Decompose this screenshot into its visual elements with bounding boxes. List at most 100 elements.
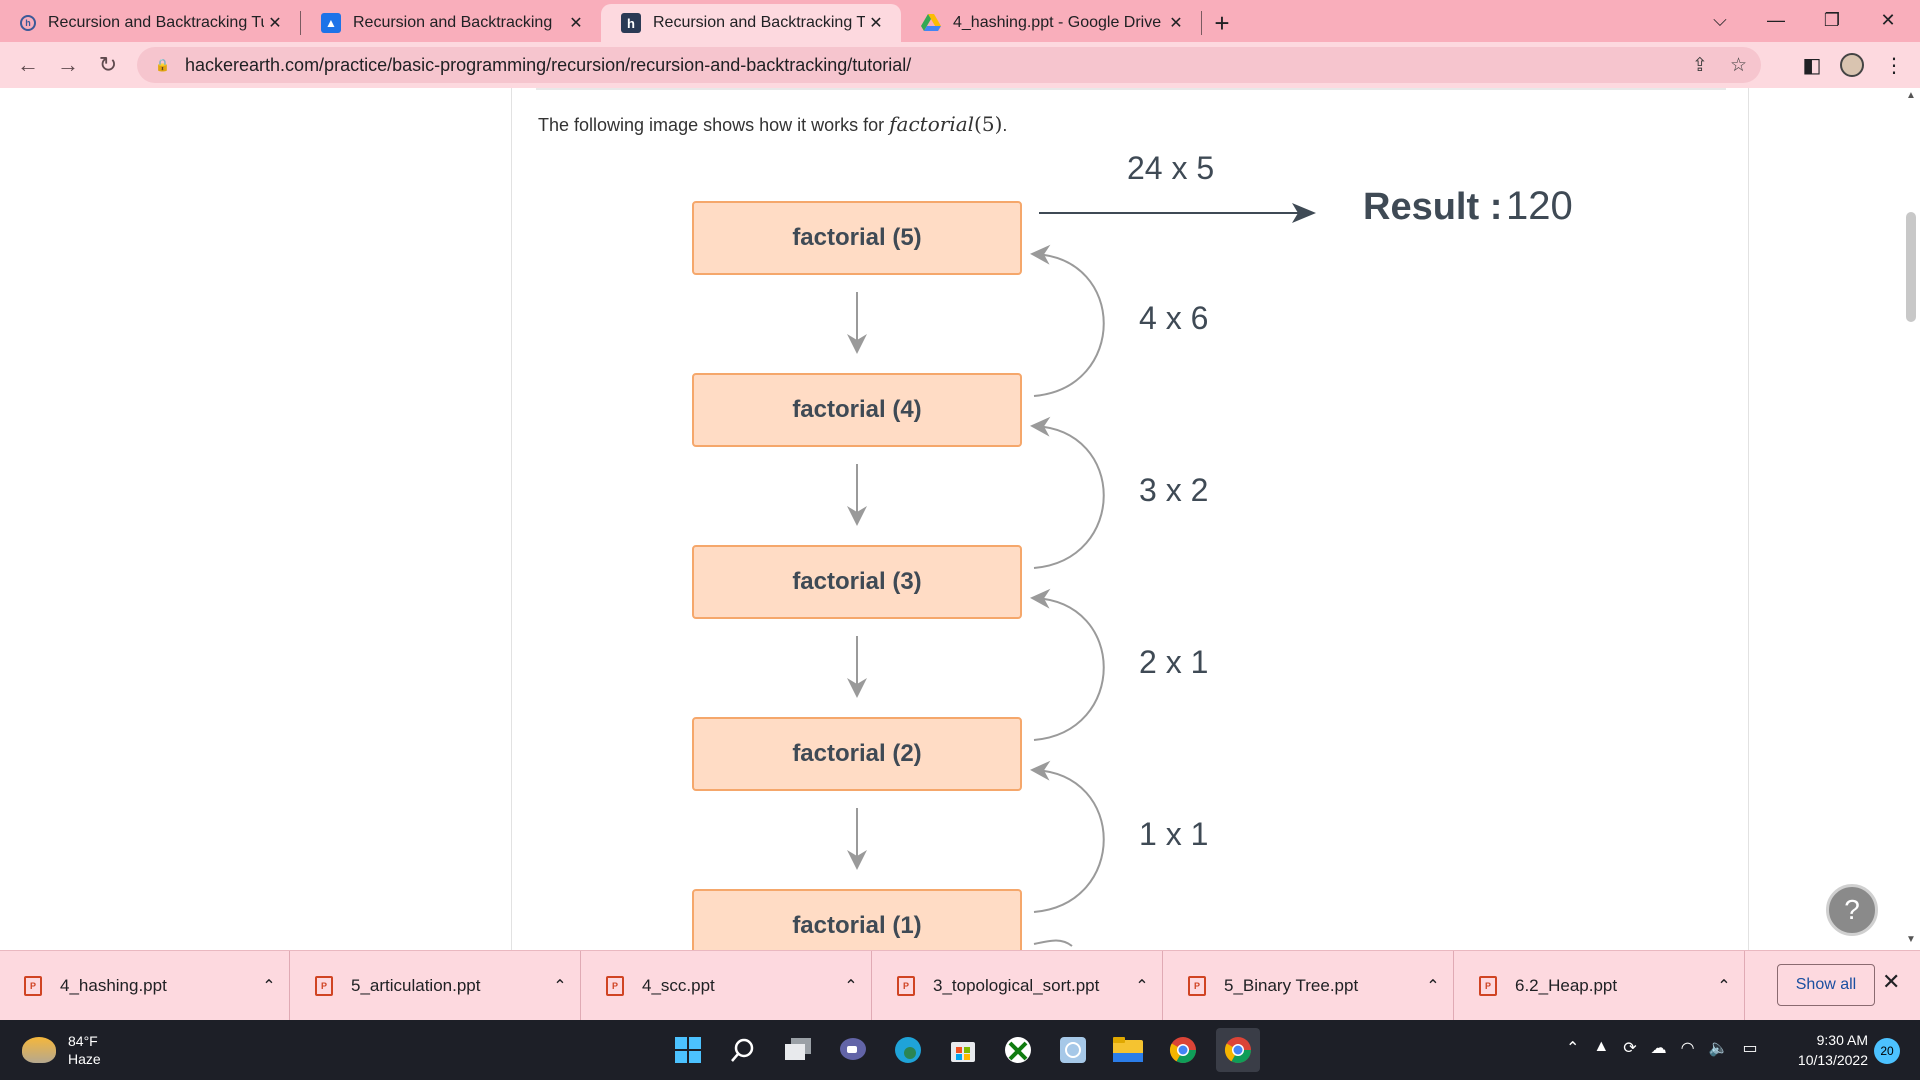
chevron-up-icon[interactable]: ⌃	[1704, 976, 1744, 996]
search-icon[interactable]	[721, 1028, 765, 1072]
show-all-button[interactable]: Show all	[1777, 964, 1875, 1006]
factorial-box-2: factorial (2)	[692, 717, 1022, 791]
close-icon[interactable]: ✕	[264, 12, 286, 34]
lock-icon: 🔒	[155, 58, 170, 72]
download-filename: 6.2_Heap.ppt	[1515, 976, 1618, 995]
page-scrollbar[interactable]: ▲ ▼	[1902, 88, 1920, 950]
download-bar: P 4_hashing.ppt ⌃ P 5_articulation.ppt ⌃…	[0, 950, 1920, 1021]
return-arrow	[1033, 939, 1073, 947]
file-explorer-icon[interactable]	[1106, 1028, 1150, 1072]
page-viewport: The following image shows how it works f…	[0, 88, 1920, 950]
onedrive-cloud-icon[interactable]: ☁	[1651, 1038, 1667, 1058]
result-label: Result :	[1363, 186, 1503, 228]
chrome-profile-icon[interactable]	[1216, 1028, 1260, 1072]
store-icon[interactable]	[941, 1028, 985, 1072]
chevron-up-icon[interactable]: ⌃	[831, 976, 871, 996]
address-bar[interactable]: 🔒 hackerearth.com/practice/basic-program…	[137, 47, 1761, 83]
tab-strip: h Recursion and Backtracking Tuto ✕ ▲ Re…	[0, 0, 1920, 42]
profile-avatar[interactable]	[1834, 42, 1870, 88]
windows-taskbar: 84°F Haze ⌃ ▲ ⟳ ☁ ◠ 🔈 ▭ 9:30 AM 10/13/20…	[0, 1020, 1920, 1080]
chevron-up-icon[interactable]: ⌃	[540, 976, 580, 996]
help-button[interactable]: ?	[1826, 884, 1878, 936]
bookmark-star-icon[interactable]: ☆	[1730, 54, 1747, 77]
url-text: hackerearth.com/practice/basic-programmi…	[185, 54, 912, 75]
ppt-file-icon: P	[897, 976, 915, 996]
forward-icon[interactable]: →	[48, 45, 88, 85]
reload-icon[interactable]: ↻	[88, 45, 128, 85]
new-tab-button[interactable]: +	[1202, 4, 1242, 42]
close-window-button[interactable]: ✕	[1860, 0, 1916, 40]
close-icon[interactable]: ✕	[865, 12, 887, 34]
multiplication-label: 2 x 1	[1139, 644, 1209, 680]
download-filename: 3_topological_sort.ppt	[933, 976, 1100, 995]
download-item[interactable]: P 3_topological_sort.ppt ⌃	[873, 951, 1163, 1021]
tab-3[interactable]: 4_hashing.ppt - Google Drive ✕	[901, 4, 1201, 42]
clock-date: 10/13/2022	[1797, 1052, 1868, 1068]
photos-icon[interactable]	[1051, 1028, 1095, 1072]
factorial-box-1: factorial (1)	[692, 889, 1022, 950]
ppt-file-icon: P	[315, 976, 333, 996]
close-icon[interactable]: ✕	[565, 12, 587, 34]
minimize-button[interactable]: —	[1748, 0, 1804, 40]
tab-title: Recursion and Backtracking	[353, 14, 553, 31]
multiplication-label: 1 x 1	[1139, 816, 1209, 852]
return-arrow	[1030, 416, 1105, 569]
download-item[interactable]: P 4_scc.ppt ⌃	[582, 951, 872, 1021]
download-item[interactable]: P 5_articulation.ppt ⌃	[291, 951, 581, 1021]
factorial-box-5: factorial (5)	[692, 201, 1022, 275]
download-filename: 5_Binary Tree.ppt	[1224, 976, 1359, 995]
task-view-icon[interactable]	[776, 1028, 820, 1072]
scroll-down-icon[interactable]: ▼	[1906, 934, 1916, 945]
drive-sync-icon[interactable]: ▲	[1593, 1038, 1609, 1058]
chrome-icon[interactable]	[1161, 1028, 1205, 1072]
chevron-up-icon[interactable]: ⌃	[1413, 976, 1453, 996]
battery-icon[interactable]: ▭	[1743, 1038, 1758, 1058]
share-icon[interactable]: ⇪	[1692, 54, 1708, 77]
article-column: The following image shows how it works f…	[511, 88, 1749, 950]
ppt-file-icon: P	[24, 976, 42, 996]
chat-icon[interactable]	[831, 1028, 875, 1072]
restore-button[interactable]: ❐	[1804, 0, 1860, 40]
download-filename: 4_hashing.ppt	[60, 976, 167, 995]
back-icon[interactable]: ←	[8, 45, 48, 85]
hackerearth-icon: h	[20, 15, 36, 31]
download-filename: 5_articulation.ppt	[351, 976, 481, 995]
wifi-icon[interactable]: ◠	[1681, 1038, 1695, 1058]
scroll-up-icon[interactable]: ▲	[1906, 90, 1916, 101]
edge-icon[interactable]	[886, 1028, 930, 1072]
tab-2-active[interactable]: h Recursion and Backtracking Tuto ✕	[601, 4, 901, 42]
ppt-file-icon: P	[606, 976, 624, 996]
notification-badge[interactable]: 20	[1874, 1038, 1900, 1064]
chevron-up-icon[interactable]: ⌃	[1566, 1038, 1579, 1058]
tab-0[interactable]: h Recursion and Backtracking Tuto ✕	[0, 4, 300, 42]
close-icon[interactable]: ✕	[1165, 12, 1187, 34]
tab-title: Recursion and Backtracking Tuto	[48, 14, 264, 31]
ppt-file-icon: P	[1479, 976, 1497, 996]
close-icon[interactable]: ✕	[1882, 969, 1900, 995]
weather-widget[interactable]: 84°F Haze	[22, 1032, 101, 1068]
volume-icon[interactable]: 🔈	[1709, 1038, 1729, 1058]
browser-toolbar: ← → ↻ 🔒 hackerearth.com/practice/basic-p…	[0, 42, 1920, 88]
weather-condition: Haze	[68, 1051, 101, 1067]
windows-start-icon[interactable]	[666, 1028, 710, 1072]
tab-title: 4_hashing.ppt - Google Drive	[953, 14, 1162, 31]
download-item[interactable]: P 5_Binary Tree.ppt ⌃	[1164, 951, 1454, 1021]
tab-1[interactable]: ▲ Recursion and Backtracking ✕	[301, 4, 601, 42]
scrollbar-thumb[interactable]	[1906, 212, 1916, 322]
tab-title: Recursion and Backtracking Tuto	[653, 14, 865, 31]
xbox-icon[interactable]	[996, 1028, 1040, 1072]
system-tray: ⌃ ▲ ⟳ ☁ ◠ 🔈 ▭	[1566, 1038, 1758, 1058]
chevron-up-icon[interactable]: ⌃	[249, 976, 289, 996]
download-item[interactable]: P 4_hashing.ppt ⌃	[0, 951, 290, 1021]
chevron-up-icon[interactable]: ⌃	[1122, 976, 1162, 996]
classroom-icon: ▲	[321, 13, 341, 33]
tab-search-chevron-icon[interactable]: ⌵	[1692, 0, 1748, 40]
clock[interactable]: 9:30 AM 10/13/2022	[1782, 1030, 1868, 1070]
side-panel-icon[interactable]: ◧	[1794, 42, 1830, 88]
menu-kebab-icon[interactable]: ⋮	[1876, 42, 1912, 88]
sync-icon[interactable]: ⟳	[1623, 1038, 1636, 1058]
multiplication-label: 4 x 6	[1139, 300, 1209, 336]
return-arrow	[1030, 244, 1105, 397]
download-item[interactable]: P 6.2_Heap.ppt ⌃	[1455, 951, 1745, 1021]
factorial-box-3: factorial (3)	[692, 545, 1022, 619]
